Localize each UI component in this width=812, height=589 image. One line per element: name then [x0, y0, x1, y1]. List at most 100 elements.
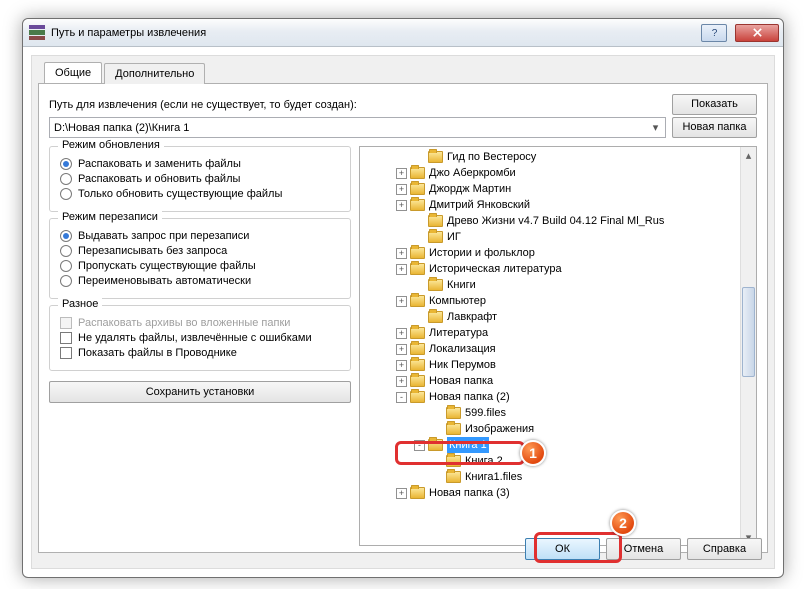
radio-overwrite[interactable]: Перезаписывать без запроса: [60, 245, 342, 257]
scrollbar[interactable]: ▴ ▾: [740, 147, 756, 545]
checkbox-icon: [60, 332, 72, 344]
tree-node[interactable]: Книга1.files: [364, 469, 756, 485]
folder-icon: [410, 375, 425, 387]
collapse-icon[interactable]: -: [414, 440, 425, 451]
radio-icon: [60, 245, 72, 257]
tree-node[interactable]: + Литература: [364, 325, 756, 341]
radio-icon: [60, 230, 72, 242]
spacer: [414, 216, 425, 227]
cancel-button[interactable]: Отмена: [606, 538, 681, 560]
tree-label: Истории и фольклор: [429, 245, 535, 261]
tab-panel-general: Путь для извлечения (если не существует,…: [38, 83, 768, 553]
tab-general[interactable]: Общие: [44, 62, 102, 83]
tree-label: Книга 1: [447, 437, 489, 453]
folder-icon: [410, 327, 425, 339]
tree-label: Гид по Вестеросу: [447, 149, 536, 165]
folder-icon: [410, 263, 425, 275]
titlebar[interactable]: Путь и параметры извлечения ?: [23, 19, 783, 47]
expand-icon[interactable]: +: [396, 168, 407, 179]
expand-icon[interactable]: +: [396, 376, 407, 387]
tree-node[interactable]: +Джордж Мартин: [364, 181, 756, 197]
expand-icon[interactable]: +: [396, 264, 407, 275]
folder-icon: [446, 407, 461, 419]
tree-node[interactable]: + Ник Перумов: [364, 357, 756, 373]
tree-node[interactable]: Книги: [364, 277, 756, 293]
ok-button[interactable]: ОК: [525, 538, 600, 560]
tree-node[interactable]: -Новая папка (2): [364, 389, 756, 405]
radio-extract-replace[interactable]: Распаковать и заменить файлы: [60, 158, 342, 170]
expand-icon[interactable]: +: [396, 360, 407, 371]
tree-node[interactable]: Гид по Вестеросу: [364, 149, 756, 165]
folder-icon: [428, 439, 443, 451]
tree-label: Литература: [429, 325, 488, 341]
tree-node[interactable]: + Локализация: [364, 341, 756, 357]
folder-icon: [410, 487, 425, 499]
folder-tree[interactable]: Гид по Вестеросу+Джо Аберкромби+Джордж М…: [359, 146, 757, 546]
check-nested: Распаковать архивы во вложенные папки: [60, 317, 342, 329]
radio-update-only[interactable]: Только обновить существующие файлы: [60, 188, 342, 200]
folder-icon: [446, 423, 461, 435]
winrar-icon: [29, 25, 45, 41]
radio-icon: [60, 158, 72, 170]
spacer: [432, 456, 443, 467]
tree-node[interactable]: +Компьютер: [364, 293, 756, 309]
tree-label: Ник Перумов: [429, 357, 496, 373]
expand-icon[interactable]: +: [396, 296, 407, 307]
folder-icon: [410, 343, 425, 355]
tree-node[interactable]: + Истории и фольклор: [364, 245, 756, 261]
chevron-down-icon[interactable]: ▾: [648, 120, 663, 135]
scroll-up-icon[interactable]: ▴: [743, 148, 754, 162]
folder-icon: [410, 183, 425, 195]
tree-node[interactable]: - Книга 1: [364, 437, 756, 453]
radio-icon: [60, 188, 72, 200]
folder-icon: [446, 471, 461, 483]
tree-label: Локализация: [429, 341, 496, 357]
tab-advanced[interactable]: Дополнительно: [104, 63, 205, 84]
tree-node[interactable]: +Новая папка: [364, 373, 756, 389]
tree-node[interactable]: 599.files: [364, 405, 756, 421]
close-button[interactable]: [735, 24, 779, 42]
checkbox-icon: [60, 347, 72, 359]
client-area: Общие Дополнительно Путь для извлечения …: [31, 55, 775, 569]
tree-node[interactable]: Древо Жизни v4.7 Build 04.12 Final Ml_Ru…: [364, 213, 756, 229]
group-misc-legend: Разное: [58, 298, 102, 310]
scroll-thumb[interactable]: [742, 287, 755, 377]
path-combobox[interactable]: D:\Новая папка (2)\Книга 1 ▾: [49, 117, 666, 138]
help-button[interactable]: ?: [701, 24, 727, 42]
check-show-explorer[interactable]: Показать файлы в Проводнике: [60, 347, 342, 359]
save-settings-button[interactable]: Сохранить установки: [49, 381, 351, 403]
options-column: Режим обновления Распаковать и заменить …: [49, 146, 351, 546]
tree-node[interactable]: +Джо Аберкромби: [364, 165, 756, 181]
expand-icon[interactable]: +: [396, 248, 407, 259]
tree-node[interactable]: Книга 2: [364, 453, 756, 469]
folder-icon: [428, 231, 443, 243]
radio-icon: [60, 260, 72, 272]
expand-icon[interactable]: +: [396, 200, 407, 211]
collapse-icon[interactable]: -: [396, 392, 407, 403]
check-keep-broken[interactable]: Не удалять файлы, извлечённые с ошибками: [60, 332, 342, 344]
show-button[interactable]: Показать: [672, 94, 757, 115]
radio-extract-update[interactable]: Распаковать и обновить файлы: [60, 173, 342, 185]
spacer: [432, 408, 443, 419]
tree-node[interactable]: +Историческая литература: [364, 261, 756, 277]
tree-node[interactable]: +Новая папка (3): [364, 485, 756, 501]
newfolder-button[interactable]: Новая папка: [672, 117, 757, 138]
radio-rename[interactable]: Переименовывать автоматически: [60, 275, 342, 287]
expand-icon[interactable]: +: [396, 328, 407, 339]
spacer: [414, 312, 425, 323]
svg-text:?: ?: [711, 28, 717, 38]
expand-icon[interactable]: +: [396, 488, 407, 499]
help-dlg-button[interactable]: Справка: [687, 538, 762, 560]
tree-node[interactable]: Лавкрафт: [364, 309, 756, 325]
tree-node[interactable]: ИГ: [364, 229, 756, 245]
radio-ask[interactable]: Выдавать запрос при перезаписи: [60, 230, 342, 242]
expand-icon[interactable]: +: [396, 344, 407, 355]
tree-label: Книги: [447, 277, 476, 293]
extract-dialog: Путь и параметры извлечения ? Общие Допо…: [22, 18, 784, 578]
folder-icon: [428, 311, 443, 323]
tree-node[interactable]: +Дмитрий Янковский: [364, 197, 756, 213]
expand-icon[interactable]: +: [396, 184, 407, 195]
radio-skip[interactable]: Пропускать существующие файлы: [60, 260, 342, 272]
window-title: Путь и параметры извлечения: [51, 27, 693, 39]
tree-node[interactable]: Изображения: [364, 421, 756, 437]
